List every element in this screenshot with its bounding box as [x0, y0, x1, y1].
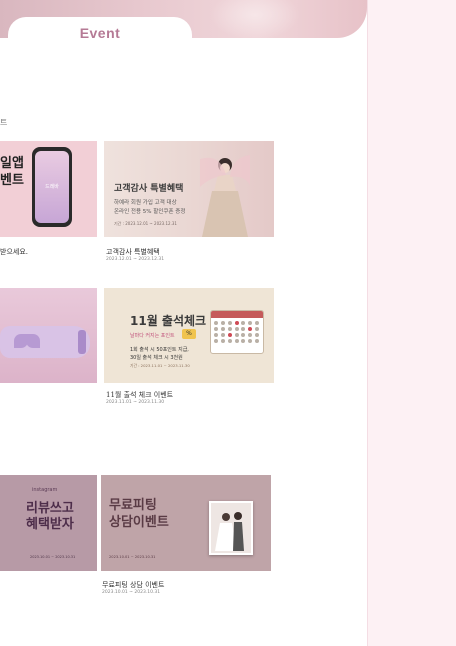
calendar-icon — [210, 310, 264, 354]
banner-title-line1: 리뷰쓰고 — [26, 501, 74, 516]
card-title[interactable]: 받으세요. — [0, 247, 28, 257]
banner-title: 11월 출석체크 — [130, 314, 207, 328]
phone-brand: 드레바 — [45, 184, 59, 190]
event-card-pouch[interactable] — [0, 288, 97, 383]
card-title[interactable]: 고객감사 특별혜택 — [106, 247, 160, 257]
card-date: 2023.10.01 ~ 2023.10.31 — [102, 590, 161, 595]
banner-period: 기간 : 2023.12.01 ~ 2023.12.31 — [114, 221, 177, 226]
banner-period: 기간 : 2023.11.01 ~ 2023.11.30 — [130, 363, 190, 368]
banner-title: 일앱 벤트 — [0, 155, 24, 189]
banner-line: 하예라 회원 가입 고객 대상 — [114, 200, 177, 206]
phone-illustration: 드레바 — [32, 147, 72, 227]
pouch-image — [0, 326, 90, 358]
banner-title-line2: 상담이벤트 — [109, 515, 169, 530]
banner-title: 무료피팅 상담이벤트 — [109, 497, 169, 531]
banner-period: 2023.10.01 ~ 2023.10.31 — [30, 555, 76, 559]
card-title[interactable]: 무료피팅 상담 이벤트 — [102, 580, 164, 590]
event-card-app[interactable]: 일앱 벤트 드레바 — [0, 141, 97, 237]
card-date: 2023.11.01 ~ 2023.11.30 — [106, 400, 165, 405]
banner-line: 30일 출석 체크 시 3천원 — [130, 355, 183, 361]
phone-screen: 드레바 — [35, 151, 69, 223]
hero-drape — [210, 0, 300, 38]
event-card-thanks[interactable]: 고객감사 특별혜택 하예라 회원 가입 고객 대상 온라인 전용 5% 할인쿠폰… — [104, 141, 274, 237]
tab-event[interactable]: Event — [8, 17, 192, 57]
hanbok-model-image — [200, 155, 250, 237]
event-card-attendance[interactable]: 11월 출석체크 날마다 커지는 포인트 % 1회 출석 시 50포인트 지급,… — [104, 288, 274, 383]
banner-line: 온라인 전용 5% 할인쿠폰 증정 — [114, 209, 186, 215]
tab-event-label: Event — [79, 25, 121, 41]
percent-badge: % — [182, 329, 196, 339]
event-card-review[interactable]: instagram 리뷰쓰고 혜택받자 2023.10.01 ~ 2023.10… — [0, 475, 97, 571]
event-card-fitting[interactable]: 무료피팅 상담이벤트 2023.10.01 ~ 2023.10.31 — [101, 475, 271, 571]
instagram-label: instagram — [32, 487, 58, 493]
couple-illustration — [211, 503, 251, 553]
banner-line: 1회 출석 시 50포인트 지급, — [130, 347, 189, 353]
banner-title: 리뷰쓰고 혜택받자 — [26, 501, 74, 533]
banner-title-line1: 무료피팅 — [109, 498, 157, 513]
pouch-petal — [26, 334, 40, 348]
banner-title: 고객감사 특별혜택 — [114, 184, 184, 194]
banner-title-line1: 일앱 — [0, 156, 24, 171]
pouch-zipper — [78, 330, 86, 354]
card-title[interactable]: 11월 출석 체크 이벤트 — [106, 390, 173, 400]
banner-title-line2: 혜택받자 — [26, 517, 74, 532]
card-date: 2023.12.01 ~ 2023.12.31 — [106, 257, 165, 262]
wedding-photo — [209, 501, 253, 555]
banner-badge: 날마다 커지는 포인트 — [130, 333, 175, 339]
section-label: 트 — [0, 118, 8, 127]
banner-title-line2: 벤트 — [0, 173, 24, 188]
side-panel — [367, 0, 456, 646]
banner-period: 2023.10.01 ~ 2023.10.31 — [109, 555, 156, 559]
